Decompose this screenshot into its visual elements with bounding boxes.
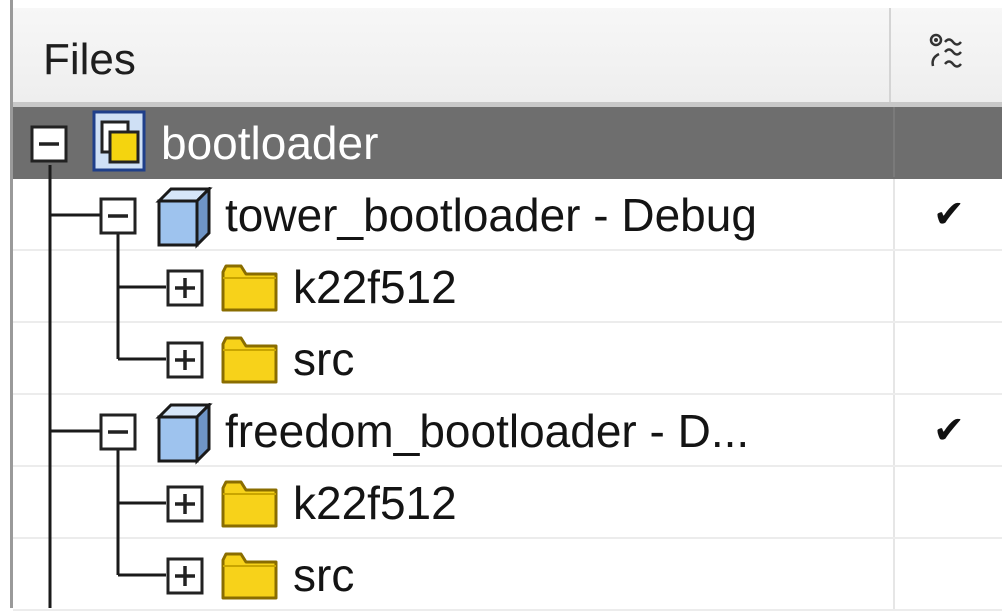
files-pane: Files bootloader tower_bootloader - Debu…	[0, 0, 1002, 611]
project-cube-icon	[155, 403, 213, 465]
workspace-icon	[92, 110, 146, 172]
expand-icon[interactable]	[166, 269, 206, 309]
column-separator	[893, 539, 895, 611]
files-header-label: Files	[43, 35, 136, 84]
folder-icon	[221, 552, 278, 600]
tree-row-folder[interactable]: k22f512	[13, 251, 1002, 323]
column-separator	[893, 395, 895, 467]
checkmark-icon[interactable]: ✔	[933, 409, 965, 453]
column-separator	[893, 467, 895, 539]
tree-row-root[interactable]: bootloader	[13, 107, 1002, 179]
folder-label: k22f512	[293, 477, 457, 529]
folder-label: k22f512	[293, 261, 457, 313]
expand-icon[interactable]	[166, 341, 206, 381]
column-header: Files	[13, 8, 1002, 102]
column-separator	[893, 323, 895, 395]
project-cube-icon	[155, 187, 213, 249]
collapse-icon[interactable]	[30, 125, 70, 165]
options-column-icon	[929, 33, 962, 68]
checkmark-icon[interactable]: ✔	[933, 193, 965, 237]
collapse-icon[interactable]	[99, 197, 139, 237]
column-separator	[893, 251, 895, 323]
column-separator	[893, 179, 895, 251]
project-label: freedom_bootloader - D...	[225, 405, 750, 457]
folder-icon	[221, 264, 278, 312]
collapse-icon[interactable]	[99, 413, 139, 453]
folder-icon	[221, 336, 278, 384]
tree-row-folder[interactable]: src	[13, 323, 1002, 395]
options-column-header[interactable]	[893, 8, 1002, 102]
folder-icon	[221, 480, 278, 528]
files-column-header[interactable]: Files	[13, 8, 891, 102]
folder-label: src	[293, 333, 355, 385]
tree-row-folder[interactable]: src	[13, 539, 1002, 611]
root-label: bootloader	[161, 117, 379, 169]
expand-icon[interactable]	[166, 557, 206, 597]
column-separator	[893, 107, 895, 179]
folder-label: src	[293, 549, 355, 601]
project-label: tower_bootloader - Debug	[225, 189, 757, 241]
tree-row-folder[interactable]: k22f512	[13, 467, 1002, 539]
expand-icon[interactable]	[166, 485, 206, 525]
